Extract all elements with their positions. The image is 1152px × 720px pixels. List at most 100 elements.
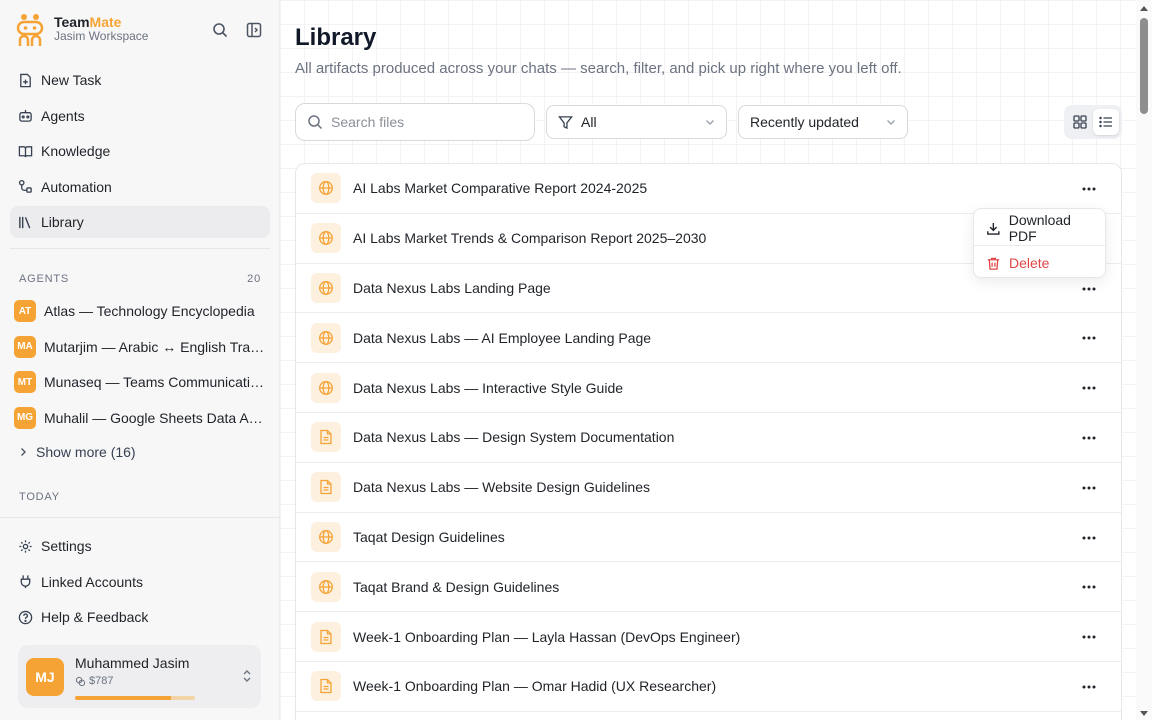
teammate-logo-icon [16,14,44,46]
delete-menu-item[interactable]: Delete [978,248,1101,278]
agents-list: AT Atlas — Technology Encyclopedia MA Mu… [14,298,270,440]
agents-count: 20 [247,273,261,285]
globe-icon [311,521,341,552]
more-options-icon[interactable] [1077,625,1101,649]
globe-icon [311,173,341,204]
file-row[interactable]: Taqat Design Guidelines [296,513,1121,563]
download-pdf-menu-item[interactable]: Download PDF [978,212,1101,244]
grid-view-button[interactable] [1067,109,1093,135]
view-toggle [1064,105,1122,139]
file-row[interactable]: Week-1 Onboarding Plan — Layla Hassan (D… [296,612,1121,662]
bot-icon [19,109,32,122]
row-context-menu: Download PDF Delete [973,208,1106,278]
file-title: Data Nexus Labs — AI Employee Landing Pa… [353,329,652,346]
user-card[interactable]: MJ Muhammed Jasim $787 [18,645,261,708]
more-options-icon[interactable] [1077,675,1101,699]
file-title: Week-1 Onboarding Plan — Omar Hadid (UX … [353,678,717,695]
nav-label: Knowledge [41,143,111,160]
scrollbar-thumb[interactable] [1140,18,1148,114]
nav-label: Agents [41,107,85,124]
agent-avatar: MT [14,371,36,393]
nav-library[interactable]: Library [10,206,270,239]
nav-new-task[interactable]: New Task [10,64,270,96]
globe-icon [311,571,341,602]
file-title: Data Nexus Labs Landing Page [353,279,551,296]
sort-select[interactable]: Recently updated [738,105,908,139]
agent-item[interactable]: MA Mutarjim — Arabic ↔ English Translato… [14,334,270,360]
file-row[interactable]: AI Labs Market Comparative Report 2024-2… [296,164,1121,214]
show-more-label: Show more (16) [36,444,136,460]
agent-avatar: MA [14,335,36,358]
scroll-down-arrow-icon[interactable] [1140,711,1148,716]
more-options-icon[interactable] [1077,575,1101,599]
agents-heading: AGENTS 20 [19,273,261,285]
nav-linked-accounts[interactable]: Linked Accounts [10,566,270,598]
file-title: Taqat Brand & Design Guidelines [353,578,560,595]
new-task-icon [20,73,31,87]
file-row[interactable]: Taqat Brand & Design Guidelines [296,562,1121,613]
search-input[interactable] [331,114,511,130]
page-scrollbar[interactable] [1136,0,1152,720]
file-title: AI Labs Market Trends & Comparison Repor… [353,230,707,247]
workspace-name: Jasim Workspace [54,29,149,44]
nav-label: Linked Accounts [41,573,143,590]
today-heading: TODAY [19,491,60,503]
nav-settings[interactable]: Settings [10,530,270,562]
nav-help-feedback[interactable]: Help & Feedback [10,601,270,633]
show-more-button[interactable]: Show more (16) [18,444,136,460]
scroll-up-arrow-icon[interactable] [1140,6,1148,11]
more-options-icon[interactable] [1077,476,1101,500]
file-row[interactable]: Data Nexus Labs — Website Design Guideli… [296,463,1121,513]
more-options-icon[interactable] [1077,277,1101,301]
filter-select[interactable]: All [546,105,727,139]
document-icon [311,472,341,503]
globe-icon [311,223,341,254]
nav-label: Library [41,214,84,231]
more-options-icon[interactable] [1077,376,1101,400]
sort-value: Recently updated [750,114,859,130]
more-options-icon[interactable] [1077,526,1101,550]
divider [0,517,280,518]
file-row[interactable]: Week-1 Onboarding Plan — Omar Hadid (UX … [296,662,1121,712]
main-nav: New Task Agents Knowledge Automation Lib… [10,64,270,242]
brand[interactable]: TeamMate Jasim Workspace [16,12,148,46]
chevrons-up-down-icon [241,669,253,688]
file-title: Taqat Design Guidelines [353,528,505,545]
agent-item[interactable]: MT Munaseq — Teams Communication Coordin… [14,369,270,395]
search-box[interactable] [295,103,535,141]
globe-icon [311,372,341,403]
agent-name: Munaseq — Teams Communication Coordinato… [44,374,266,390]
grid-icon [1073,115,1087,129]
list-view-button[interactable] [1093,109,1119,135]
more-options-icon[interactable] [1077,177,1101,201]
document-icon [311,621,341,652]
file-row[interactable]: Data Nexus Labs — AI Employee Landing Pa… [296,313,1121,364]
search-icon[interactable] [210,20,230,40]
chevron-down-icon [887,120,895,125]
nav-agents[interactable]: Agents [10,100,270,132]
nav-automation[interactable]: Automation [10,171,270,203]
agent-item[interactable]: AT Atlas — Technology Encyclopedia [14,298,270,324]
credit-balance: $787 [75,675,113,687]
trash-icon [987,257,1000,270]
bottom-nav: Settings Linked Accounts Help & Feedback [10,530,270,637]
file-title: Week-1 Onboarding Plan — Layla Hassan (D… [353,628,741,645]
more-options-icon[interactable] [1077,426,1101,450]
help-icon [18,610,33,624]
nav-label: Settings [41,538,92,554]
book-icon [18,145,33,157]
delete-label: Delete [1009,255,1050,271]
file-row[interactable]: Data Nexus Labs — Design System Document… [296,413,1121,463]
chevron-down-icon [706,120,714,125]
file-title: Data Nexus Labs — Website Design Guideli… [353,479,651,496]
nav-knowledge[interactable]: Knowledge [10,135,270,167]
agent-item[interactable]: MG Muhalil — Google Sheets Data Analyst [14,405,270,431]
chevron-right-icon [21,448,26,456]
sidebar-toggle-icon[interactable] [244,20,264,40]
more-options-icon[interactable] [1077,326,1101,350]
gear-icon [19,539,32,553]
file-row[interactable]: Data Nexus Labs — Interactive Style Guid… [296,363,1121,413]
user-name: Muhammed Jasim [75,655,190,671]
download-pdf-label: Download PDF [1008,212,1071,244]
nav-label: Help & Feedback [41,609,149,626]
